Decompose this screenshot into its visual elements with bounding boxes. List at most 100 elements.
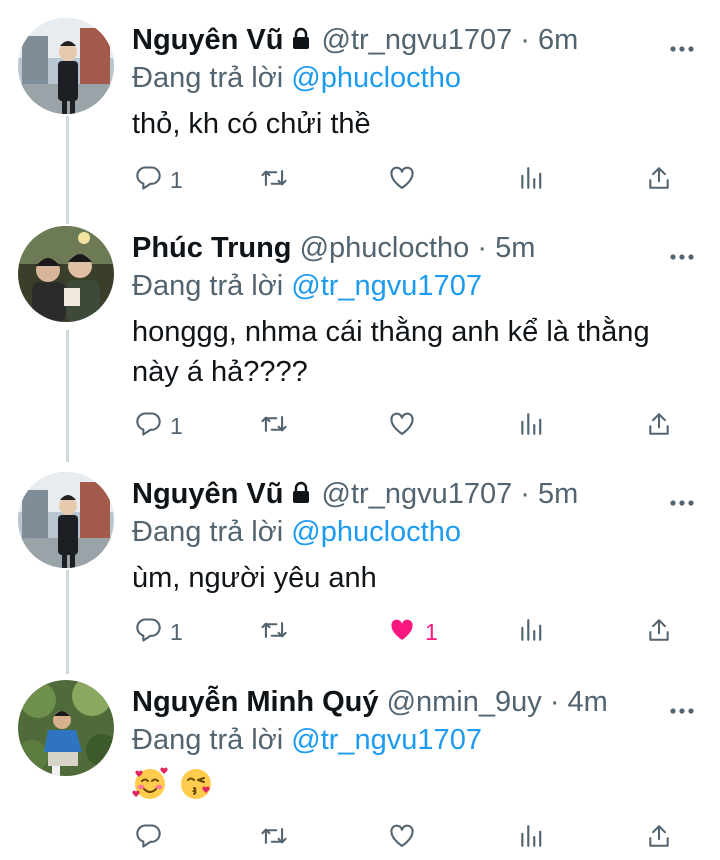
timestamp[interactable]: 6m: [538, 24, 578, 56]
retweet-button[interactable]: [259, 160, 289, 200]
retweet-button[interactable]: [259, 612, 289, 652]
tweet[interactable]: Phúc Trung @phucloctho · 5m Đang trả lời…: [0, 226, 720, 462]
lock-icon: [289, 24, 313, 60]
more-horizontal-icon[interactable]: [670, 40, 694, 58]
smiling-face-with-hearts-emoji-icon: [132, 766, 168, 813]
reply-mention-link[interactable]: @tr_ngvu1707: [291, 724, 482, 756]
timestamp[interactable]: 5m: [538, 478, 578, 510]
separator-dot: ·: [520, 24, 530, 56]
display-name[interactable]: Nguyễn Minh Quý: [132, 686, 379, 718]
like-button[interactable]: [387, 160, 417, 200]
like-button[interactable]: [387, 406, 417, 446]
reply-bubble-icon: [134, 410, 162, 443]
tweet-text: thỏ, kh có chửi thề: [132, 108, 371, 140]
share-upload-icon: [646, 165, 672, 196]
heart-filled-icon: [387, 616, 417, 649]
reply-count: 1: [170, 166, 183, 193]
analytics-bars-icon: [518, 411, 544, 442]
tweet-header: Nguyễn Minh Quý @nmin_9uy · 4m: [132, 684, 650, 720]
reply-button[interactable]: 1: [134, 612, 183, 652]
display-name[interactable]: Phúc Trung: [132, 232, 292, 264]
display-name[interactable]: Nguyên Vũ: [132, 24, 283, 56]
reply-mention-link[interactable]: @phucloctho: [291, 62, 461, 94]
replying-to: Đang trả lời @tr_ngvu1707: [132, 268, 482, 304]
reply-bubble-icon: [134, 616, 162, 649]
separator-dot: ·: [549, 686, 560, 718]
reply-bubble-icon: [134, 822, 162, 855]
more-horizontal-icon[interactable]: [670, 248, 694, 266]
share-upload-icon: [646, 411, 672, 442]
replying-to-label: Đang trả lời: [132, 724, 284, 756]
user-handle[interactable]: @tr_ngvu1707: [322, 24, 513, 56]
retweet-icon: [259, 410, 289, 443]
tweet-actions: [0, 818, 720, 858]
replying-to-label: Đang trả lời: [132, 62, 284, 94]
reply-button[interactable]: 1: [134, 160, 183, 200]
reply-button[interactable]: 1: [134, 406, 183, 446]
replying-to: Đang trả lời @tr_ngvu1707: [132, 722, 482, 758]
more-horizontal-icon[interactable]: [670, 494, 694, 512]
reply-button[interactable]: [134, 818, 162, 858]
face-blowing-kiss-emoji-icon: [178, 766, 214, 813]
tweet-header: Nguyên Vũ @tr_ngvu1707 · 5m: [132, 476, 650, 514]
reply-bubble-icon: [134, 164, 162, 197]
replying-to: Đang trả lời @phucloctho: [132, 514, 461, 550]
like-count: 1: [425, 618, 438, 645]
share-upload-icon: [646, 823, 672, 854]
timestamp[interactable]: 5m: [495, 232, 535, 264]
user-handle[interactable]: @nmin_9uy: [387, 686, 542, 718]
avatar[interactable]: [18, 680, 114, 776]
heart-icon: [387, 164, 417, 197]
replying-to-label: Đang trả lời: [132, 516, 284, 548]
user-handle[interactable]: @tr_ngvu1707: [322, 478, 513, 510]
views-button[interactable]: [518, 818, 544, 858]
tweet-header: Phúc Trung @phucloctho · 5m: [132, 230, 650, 266]
avatar[interactable]: [18, 472, 114, 568]
avatar[interactable]: [18, 226, 114, 322]
separator-dot: ·: [477, 232, 488, 264]
reply-mention-link[interactable]: @tr_ngvu1707: [291, 270, 482, 302]
share-button[interactable]: [646, 160, 672, 200]
views-button[interactable]: [518, 160, 544, 200]
views-button[interactable]: [518, 612, 544, 652]
analytics-bars-icon: [518, 165, 544, 196]
like-button[interactable]: 1: [387, 612, 438, 652]
tweet-header: Nguyên Vũ @tr_ngvu1707 · 6m: [132, 22, 650, 60]
share-button[interactable]: [646, 612, 672, 652]
tweet-text: honggg, nhma cái thằng anh kể là thằng n…: [132, 316, 650, 388]
retweet-icon: [259, 164, 289, 197]
reply-count: 1: [170, 412, 183, 439]
tweet-actions: 1: [0, 406, 720, 446]
analytics-bars-icon: [518, 617, 544, 648]
tweet[interactable]: Nguyễn Minh Quý @nmin_9uy · 4m Đang trả …: [0, 680, 720, 860]
tweet-actions: 1 1: [0, 612, 720, 652]
tweet[interactable]: Nguyên Vũ @tr_ngvu1707 · 5m Đang trả lời…: [0, 472, 720, 668]
avatar[interactable]: [18, 18, 114, 114]
share-button[interactable]: [646, 818, 672, 858]
reply-mention-link[interactable]: @phucloctho: [291, 516, 461, 548]
lock-icon: [289, 478, 313, 514]
tweet-actions: 1: [0, 160, 720, 200]
views-button[interactable]: [518, 406, 544, 446]
retweet-button[interactable]: [259, 406, 289, 446]
tweet-emoji-content: [132, 766, 702, 806]
reply-count: 1: [170, 618, 183, 645]
heart-icon: [387, 822, 417, 855]
more-horizontal-icon[interactable]: [670, 702, 694, 720]
retweet-icon: [259, 616, 289, 649]
replying-to-label: Đang trả lời: [132, 270, 284, 302]
user-handle[interactable]: @phucloctho: [300, 232, 470, 264]
retweet-button[interactable]: [259, 818, 289, 858]
tweet[interactable]: Nguyên Vũ @tr_ngvu1707 · 6m Đang trả lời…: [0, 18, 720, 218]
like-button[interactable]: [387, 818, 417, 858]
analytics-bars-icon: [518, 823, 544, 854]
display-name[interactable]: Nguyên Vũ: [132, 478, 283, 510]
timestamp[interactable]: 4m: [568, 686, 608, 718]
retweet-icon: [259, 822, 289, 855]
share-upload-icon: [646, 617, 672, 648]
heart-icon: [387, 410, 417, 443]
separator-dot: ·: [520, 478, 530, 510]
tweet-text: ùm, người yêu anh: [132, 562, 377, 594]
share-button[interactable]: [646, 406, 672, 446]
replying-to: Đang trả lời @phucloctho: [132, 60, 461, 96]
